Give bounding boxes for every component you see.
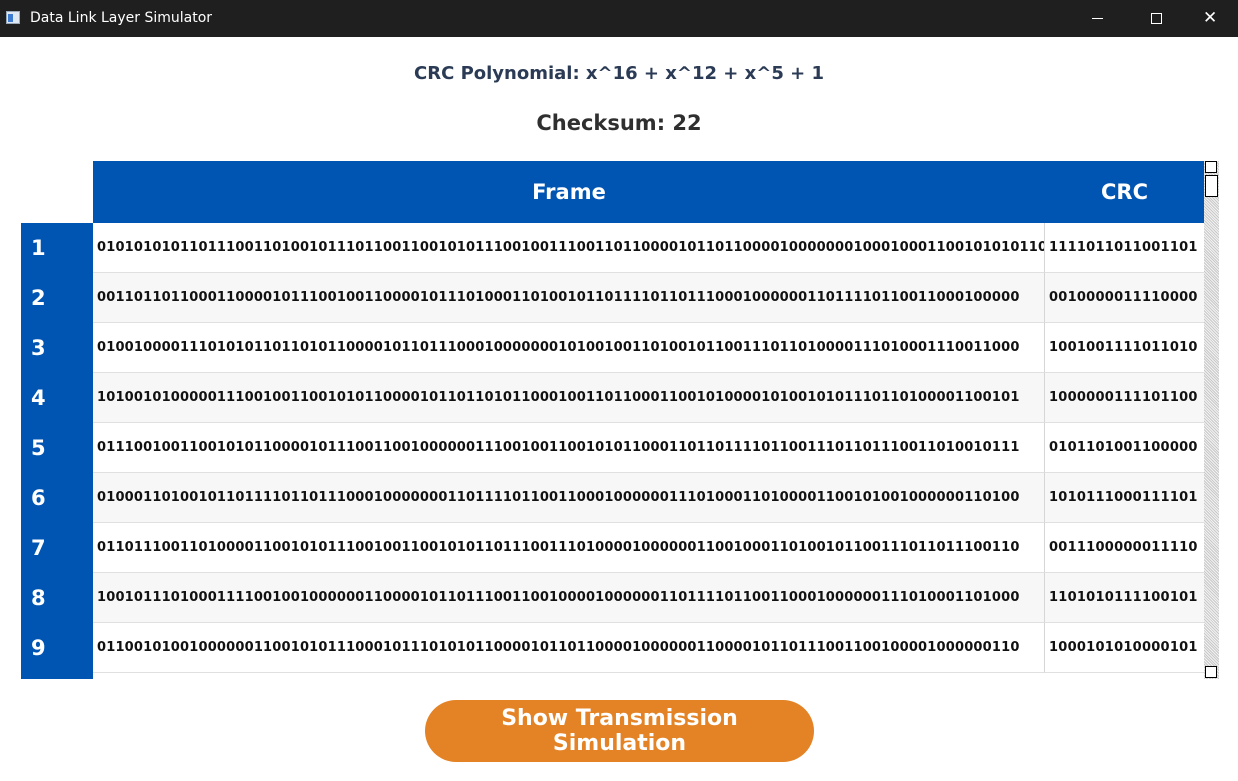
maximize-icon bbox=[1151, 13, 1162, 24]
row-header[interactable]: 5 bbox=[21, 423, 93, 473]
crc-cell[interactable]: 1000000111101100 bbox=[1045, 373, 1204, 423]
row-header[interactable]: 2 bbox=[21, 273, 93, 323]
frame-cell[interactable]: 1001011101000111100100100000011000010110… bbox=[93, 573, 1045, 623]
row-header[interactable]: 9 bbox=[21, 623, 93, 673]
minimize-button[interactable] bbox=[1068, 0, 1126, 37]
scroll-up-arrow[interactable] bbox=[1205, 161, 1217, 173]
frame-cell[interactable]: 1010010100000111001001100101011000010110… bbox=[93, 373, 1045, 423]
crc-cell[interactable]: 0011100000011110 bbox=[1045, 523, 1204, 573]
table-row[interactable]: 7 011011100110100001100101011100100110010… bbox=[21, 523, 1204, 573]
close-icon: ✕ bbox=[1203, 8, 1218, 28]
table-row[interactable]: 3 010010000111010101101101011000010110111… bbox=[21, 323, 1204, 373]
table-row[interactable]: 2 001101101100011000010111001001100001011… bbox=[21, 273, 1204, 323]
row-header[interactable]: 6 bbox=[21, 473, 93, 523]
row-header[interactable]: 3 bbox=[21, 323, 93, 373]
frame-cell[interactable]: 0101010101101110011010010111011001100101… bbox=[93, 223, 1045, 273]
window-title: Data Link Layer Simulator bbox=[30, 10, 213, 26]
frame-cell[interactable]: 0100100001110101011011010110000101101110… bbox=[93, 323, 1045, 373]
crc-cell[interactable]: 0101101001100000 bbox=[1045, 423, 1204, 473]
close-button[interactable]: ✕ bbox=[1184, 0, 1238, 37]
crc-cell[interactable]: 1010111000111101 bbox=[1045, 473, 1204, 523]
maximize-button[interactable] bbox=[1126, 0, 1184, 37]
crc-cell[interactable]: 1101010111100101 bbox=[1045, 573, 1204, 623]
frame-cell[interactable]: 0110010100100000011001010111000101110101… bbox=[93, 623, 1045, 673]
table-row[interactable]: 4 101001010000011100100110010101100001011… bbox=[21, 373, 1204, 423]
checksum-label: Checksum: 22 bbox=[536, 111, 702, 135]
crc-polynomial-label: CRC Polynomial: x^16 + x^12 + x^5 + 1 bbox=[414, 63, 824, 84]
show-transmission-simulation-button[interactable]: Show Transmission Simulation bbox=[425, 700, 814, 762]
table-corner bbox=[21, 161, 93, 223]
table-row[interactable]: 1 010101010110111001101001011101100110010… bbox=[21, 223, 1204, 273]
scroll-down-arrow[interactable] bbox=[1205, 666, 1217, 678]
row-header[interactable]: 8 bbox=[21, 573, 93, 623]
frame-cell[interactable]: 0100011010010110111101101110001000000011… bbox=[93, 473, 1045, 523]
row-header[interactable]: 7 bbox=[21, 523, 93, 573]
crc-cell[interactable]: 1111011011001101 bbox=[1045, 223, 1204, 273]
table-row[interactable]: 5 011100100110010101100001011100110010000… bbox=[21, 423, 1204, 473]
column-header-frame[interactable]: Frame bbox=[93, 161, 1045, 223]
frame-cell[interactable]: 0111001001100101011000010111001100100000… bbox=[93, 423, 1045, 473]
column-header-crc[interactable]: CRC bbox=[1045, 161, 1204, 223]
vertical-scrollbar[interactable] bbox=[1204, 161, 1219, 679]
app-window-icon bbox=[6, 11, 20, 24]
frame-cell[interactable]: 0011011011000110000101110010011000010111… bbox=[93, 273, 1045, 323]
title-bar: Data Link Layer Simulator ✕ bbox=[0, 0, 1238, 37]
crc-cell[interactable]: 0010000011110000 bbox=[1045, 273, 1204, 323]
table-row[interactable]: 8 100101110100011110010010000001100001011… bbox=[21, 573, 1204, 623]
scrollbar-thumb[interactable] bbox=[1205, 175, 1218, 197]
table-row[interactable]: 6 010001101001011011110110111000100000001… bbox=[21, 473, 1204, 523]
crc-cell[interactable]: 1000101010000101 bbox=[1045, 623, 1204, 673]
table-row[interactable]: 9 011001010010000001100101011100010111010… bbox=[21, 623, 1204, 673]
frames-table: Frame CRC 1 01010101011011100110100101110… bbox=[21, 161, 1220, 679]
row-header[interactable]: 4 bbox=[21, 373, 93, 423]
frame-cell[interactable]: 0110111001101000011001010111001001100101… bbox=[93, 523, 1045, 573]
crc-cell[interactable]: 1001001111011010 bbox=[1045, 323, 1204, 373]
row-header[interactable]: 1 bbox=[21, 223, 93, 273]
minimize-icon bbox=[1092, 18, 1103, 19]
